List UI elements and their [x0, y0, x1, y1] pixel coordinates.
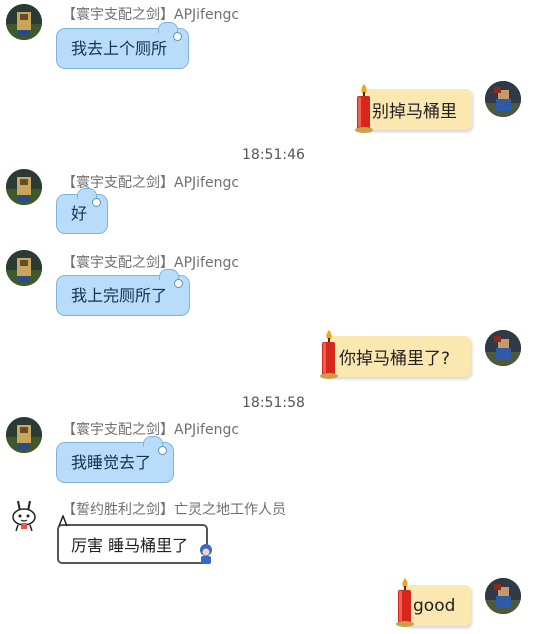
message-text: 好 [71, 204, 88, 223]
sender-name: 【寰宇支配之剑】APJifengc [62, 7, 240, 23]
sender-name: 【寰宇支配之剑】APJifengc [62, 255, 240, 271]
message-bubble[interactable]: 你掉马桶里了? [328, 336, 471, 377]
message-text: good [413, 595, 456, 616]
bubble-decoration [158, 446, 167, 455]
message-text: 我上完厕所了 [71, 285, 168, 305]
avatar-apjifengc[interactable] [6, 250, 42, 286]
bubble-decoration [92, 198, 101, 207]
timestamp: 18:51:58 [242, 395, 305, 411]
message-text: 厉害 睡马桶里了 [71, 536, 189, 555]
candle-icon [395, 578, 415, 632]
message-text: 别掉马桶里 [372, 102, 457, 122]
timestamp: 18:51:46 [242, 147, 305, 163]
message-bubble[interactable]: 别掉马桶里 [362, 89, 472, 130]
avatar-self[interactable] [485, 330, 521, 366]
bubble-character-icon [198, 543, 214, 569]
message-text: 我睡觉去了 [71, 452, 152, 472]
message-bubble[interactable]: 我上完厕所了 [56, 269, 190, 316]
avatar-self[interactable] [485, 578, 521, 614]
message-bubble[interactable]: 我睡觉去了 [56, 436, 174, 483]
avatar-apjifengc[interactable] [6, 4, 42, 40]
message-bubble[interactable]: 厉害 睡马桶里了 [57, 524, 208, 564]
candle-icon [319, 330, 339, 384]
avatar-self[interactable] [485, 81, 521, 117]
message-text: 我去上个厕所 [71, 38, 168, 58]
message-text: 你掉马桶里了? [339, 349, 451, 369]
message-bubble[interactable]: 我去上个厕所 [56, 22, 189, 69]
bubble-decoration [174, 279, 183, 288]
candle-icon [354, 84, 374, 138]
bubble-decoration [173, 32, 182, 41]
sender-name: 【誓约胜利之剑】亡灵之地工作人员 [62, 502, 286, 518]
bubble-corner-icon [58, 512, 68, 531]
avatar-apjifengc[interactable] [6, 417, 42, 453]
message-bubble[interactable]: 好 [56, 188, 108, 234]
avatar-rabbit[interactable] [6, 497, 42, 533]
avatar-apjifengc[interactable] [6, 169, 42, 205]
